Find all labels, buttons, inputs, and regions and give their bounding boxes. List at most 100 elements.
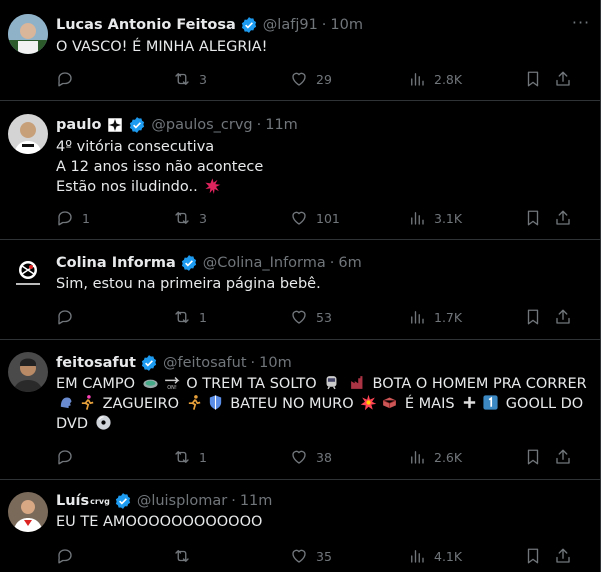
like-button[interactable]: 29 xyxy=(290,68,332,90)
views-icon xyxy=(411,451,424,464)
dvd-emoji-icon xyxy=(96,415,111,430)
tweet-text: 4º vitória consecutiva A 12 anos isso nã… xyxy=(56,137,587,197)
retweet-button[interactable]: 3 xyxy=(173,207,207,229)
tweet-actions: 35 4.1K xyxy=(0,545,600,567)
views-button[interactable]: 3.1K xyxy=(408,207,462,229)
tweet[interactable]: Colina Informa @Colina_Informa · 6m Sim,… xyxy=(0,240,600,340)
display-name[interactable]: Colina Informa xyxy=(56,255,176,271)
display-name[interactable]: Lucas Antonio Feitosa xyxy=(56,17,236,33)
tweet-line: EU TE AMOOOOOOOOOOOO xyxy=(56,514,263,530)
like-button[interactable]: 35 xyxy=(290,545,332,567)
tweet[interactable]: feitosafut @feitosafut · 10m EM CAMPO ON… xyxy=(0,340,600,480)
like-icon xyxy=(292,72,306,86)
name-suffix: crvg xyxy=(90,496,110,506)
retweet-count: 1 xyxy=(199,309,207,325)
retweet-button[interactable] xyxy=(173,545,199,567)
share-icon xyxy=(556,210,570,225)
like-count: 35 xyxy=(316,548,332,564)
tweet[interactable]: Luís crvg @luisplomar · 11m EU TE AMOOOO… xyxy=(0,480,600,572)
reply-button[interactable] xyxy=(56,545,82,567)
username[interactable]: @feitosafut xyxy=(163,355,247,371)
like-button[interactable]: 53 xyxy=(290,306,332,328)
more-icon[interactable]: ··· xyxy=(569,15,593,37)
views-button[interactable]: 1.7K xyxy=(408,306,462,328)
like-count: 38 xyxy=(316,449,332,465)
tweet-line: Sim, estou na primeira página bebê. xyxy=(56,276,321,292)
tweet[interactable]: Lucas Antonio Feitosa @lafj91 · 10m ··· … xyxy=(0,0,600,101)
tweet-line: Estão nos iludindo.. xyxy=(56,179,198,195)
timestamp[interactable]: 10m xyxy=(330,17,363,33)
tweet[interactable]: paulo @paulos_crvg · 11m 4º vitória cons… xyxy=(0,101,600,240)
plus-emoji-icon xyxy=(464,396,476,409)
tweet-actions: 1 3 101 3.1K xyxy=(0,207,600,229)
bookmark-button[interactable] xyxy=(524,446,542,468)
tweet-line: 4º vitória consecutiva xyxy=(56,139,215,155)
on-arrow-emoji-icon: ON! xyxy=(164,377,180,391)
like-button[interactable]: 101 xyxy=(290,207,340,229)
bookmark-button[interactable] xyxy=(524,207,542,229)
display-name[interactable]: paulo xyxy=(56,117,101,133)
share-button[interactable] xyxy=(554,545,572,567)
avatar[interactable] xyxy=(8,252,48,292)
tweet-text-segment: EM CAMPO xyxy=(56,376,135,392)
display-name[interactable]: Luís xyxy=(56,493,89,509)
avatar[interactable] xyxy=(8,352,48,392)
username[interactable]: @lafj91 xyxy=(263,17,318,33)
retweet-count: 3 xyxy=(199,210,207,226)
retweet-icon xyxy=(175,212,189,224)
share-icon xyxy=(556,548,570,563)
avatar[interactable] xyxy=(8,492,48,532)
retweet-icon xyxy=(175,451,189,463)
avatar[interactable] xyxy=(8,114,48,154)
separator-dot: · xyxy=(321,17,327,33)
retweet-button[interactable]: 1 xyxy=(173,446,207,468)
verified-badge-icon xyxy=(181,255,196,271)
bookmark-button[interactable] xyxy=(524,68,542,90)
reply-button[interactable] xyxy=(56,68,82,90)
reply-button[interactable]: 1 xyxy=(56,207,90,229)
like-count: 53 xyxy=(316,309,332,325)
like-button[interactable]: 38 xyxy=(290,446,332,468)
tweet-header: paulo @paulos_crvg · 11m xyxy=(56,115,298,135)
reply-button[interactable] xyxy=(56,446,82,468)
views-icon xyxy=(411,550,424,563)
tweet-header: Lucas Antonio Feitosa @lafj91 · 10m xyxy=(56,15,363,35)
views-button[interactable]: 2.8K xyxy=(408,68,462,90)
share-button[interactable] xyxy=(554,446,572,468)
bookmark-button[interactable] xyxy=(524,545,542,567)
views-button[interactable]: 2.6K xyxy=(408,446,462,468)
timestamp[interactable]: 11m xyxy=(265,117,298,133)
share-button[interactable] xyxy=(554,207,572,229)
tweet-actions: 1 53 1.7K xyxy=(0,306,600,328)
timestamp[interactable]: 6m xyxy=(338,255,361,271)
retweet-button[interactable]: 1 xyxy=(173,306,207,328)
collision-emoji-icon xyxy=(360,394,377,411)
retweet-button[interactable]: 3 xyxy=(173,68,207,90)
tweet-text-segment: É MAIS xyxy=(404,396,455,412)
reply-icon xyxy=(58,72,72,87)
like-count: 29 xyxy=(316,71,332,87)
timestamp[interactable]: 10m xyxy=(259,355,292,371)
tweet-text-segment: O TREM TA SOLTO xyxy=(186,376,317,392)
tweet-header: Luís crvg @luisplomar · 11m xyxy=(56,491,272,511)
reply-button[interactable] xyxy=(56,306,82,328)
tweet-text-segment: GOOLL DO xyxy=(505,396,584,412)
username[interactable]: @paulos_crvg xyxy=(151,117,252,133)
avatar[interactable] xyxy=(8,14,48,54)
username[interactable]: @luisplomar xyxy=(137,493,227,509)
retweet-icon xyxy=(175,311,189,323)
timestamp[interactable]: 11m xyxy=(240,493,273,509)
retweet-count: 3 xyxy=(199,71,207,87)
bookmark-button[interactable] xyxy=(524,306,542,328)
runner-emoji-icon xyxy=(188,395,200,410)
tweet-text: EU TE AMOOOOOOOOOOOO xyxy=(56,512,587,532)
like-count: 101 xyxy=(316,210,340,226)
views-button[interactable]: 4.1K xyxy=(408,545,462,567)
username[interactable]: @Colina_Informa xyxy=(203,255,326,271)
brick-emoji-icon xyxy=(383,397,397,409)
display-name[interactable]: feitosafut xyxy=(56,355,136,371)
share-button[interactable] xyxy=(554,68,572,90)
share-button[interactable] xyxy=(554,306,572,328)
reply-icon xyxy=(58,310,72,325)
share-icon xyxy=(556,71,570,86)
